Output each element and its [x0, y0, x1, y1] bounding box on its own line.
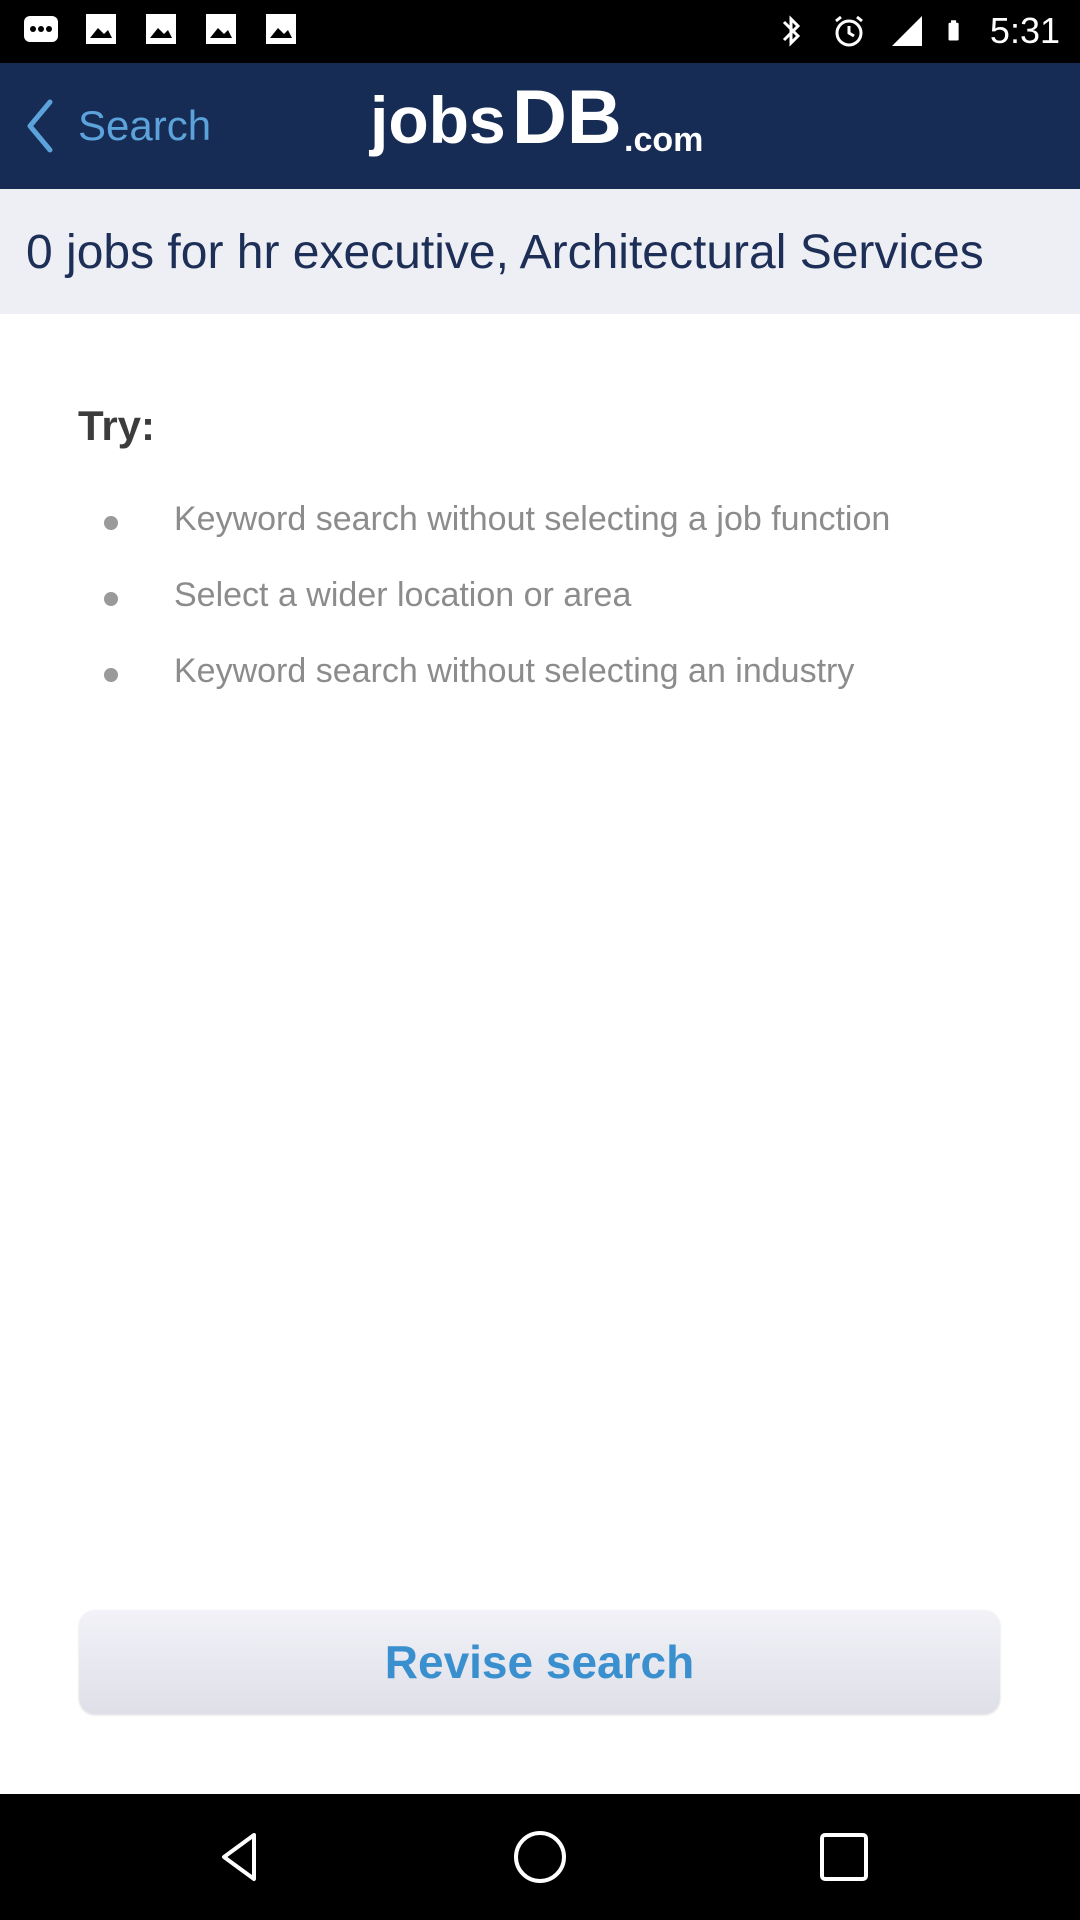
suggestion-item: Keyword search without selecting an indu… — [0, 644, 1080, 704]
svg-text:.com: .com — [624, 121, 703, 159]
app-bar: Search jobs DB .com — [0, 63, 1080, 189]
image-icon — [146, 14, 176, 44]
revise-search-label: Revise search — [384, 1636, 695, 1688]
status-bar: 5:31 — [0, 0, 1080, 63]
suggestion-text: Keyword search without selecting an indu… — [174, 652, 855, 690]
results-header: 0 jobs for hr executive, Architectural S… — [0, 189, 1080, 314]
jobsdb-logo: jobs DB .com — [368, 81, 703, 160]
revise-search-button[interactable]: Revise search — [79, 1610, 1000, 1714]
back-triangle-icon[interactable] — [210, 1827, 270, 1887]
results-title: 0 jobs for hr executive, Architectural S… — [26, 226, 984, 279]
image-icon — [86, 14, 116, 44]
suggestion-item: Select a wider location or area — [0, 568, 1080, 628]
image-icon — [206, 14, 236, 44]
signal-icon — [891, 16, 922, 46]
svg-text:DB: DB — [512, 81, 622, 160]
back-label: Search — [78, 102, 212, 149]
chevron-left-icon — [27, 99, 53, 153]
bullet-icon — [104, 668, 118, 682]
suggestion-text: Select a wider location or area — [174, 576, 632, 614]
battery-icon — [948, 20, 959, 41]
bluetooth-icon — [782, 15, 801, 47]
try-heading: Try: — [78, 402, 156, 449]
status-notifications — [22, 10, 300, 48]
bullet-icon — [104, 516, 118, 530]
home-circle-icon[interactable] — [510, 1827, 570, 1887]
back-search-button[interactable]: Search — [20, 85, 211, 167]
alarm-icon — [834, 15, 863, 47]
svg-text:jobs: jobs — [368, 83, 506, 157]
more-dots-icon — [24, 16, 58, 42]
bullet-icon — [104, 592, 118, 606]
navigation-bar — [0, 1794, 1080, 1920]
image-icon — [266, 14, 296, 44]
recents-square-icon[interactable] — [814, 1827, 874, 1887]
suggestion-item: Keyword search without selecting a job f… — [0, 492, 1080, 552]
status-time: 5:31 — [989, 10, 1060, 51]
suggestion-text: Keyword search without selecting a job f… — [174, 500, 891, 538]
status-system-icons: 5:31 — [772, 6, 1060, 56]
